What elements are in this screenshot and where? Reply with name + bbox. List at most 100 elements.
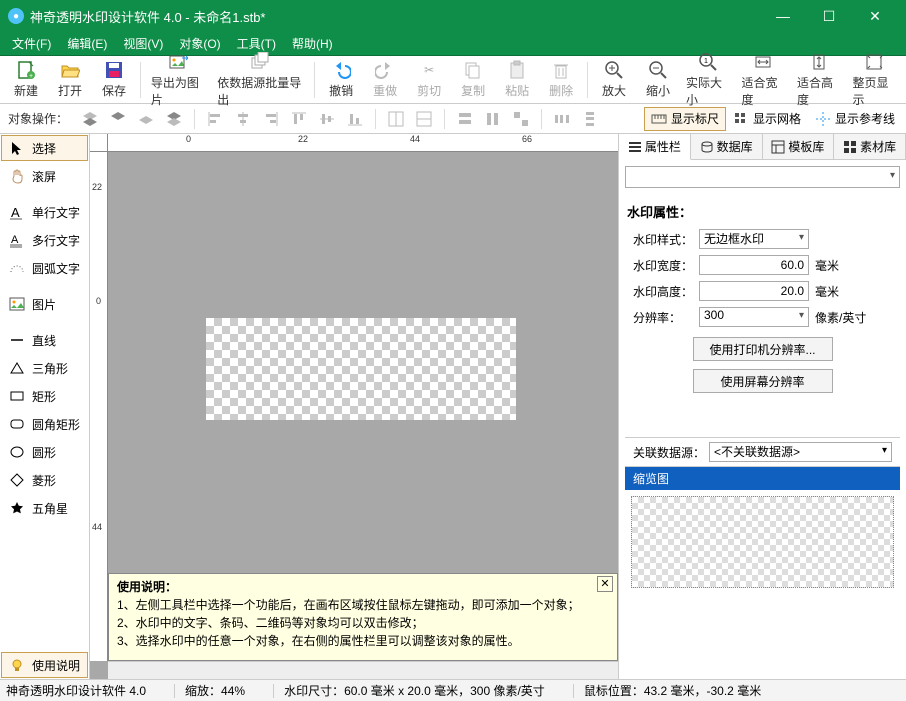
menu-view[interactable]: 视图(V): [115, 33, 171, 54]
tool-sidebar: 选择 滚屏 A单行文字 A多行文字 圆弧文字 图片 直线 三角形 矩形 圆角矩形…: [0, 134, 90, 679]
show-grid-toggle[interactable]: 显示网格: [726, 107, 808, 131]
same-width-icon[interactable]: [452, 107, 478, 131]
usage-button[interactable]: 使用说明: [1, 652, 88, 678]
zoom-out-icon: [648, 60, 668, 80]
height-input[interactable]: [699, 281, 809, 301]
tool-text-single[interactable]: A单行文字: [1, 199, 88, 225]
roundrect-icon: [8, 415, 26, 433]
tool-image[interactable]: 图片: [1, 291, 88, 317]
new-button[interactable]: + 新建: [4, 58, 48, 102]
menu-help[interactable]: 帮助(H): [284, 33, 341, 54]
window-title: 神奇透明水印设计软件 4.0 - 未命名1.stb*: [30, 7, 760, 26]
tool-diamond[interactable]: 菱形: [1, 467, 88, 493]
fit-height-button[interactable]: 适合高度: [791, 58, 846, 102]
align-center-h-icon[interactable]: [230, 107, 256, 131]
align-bottom-icon[interactable]: [342, 107, 368, 131]
align-top-icon[interactable]: [286, 107, 312, 131]
tool-triangle[interactable]: 三角形: [1, 355, 88, 381]
redo-button[interactable]: 重做: [363, 58, 407, 102]
fit-height-icon: [809, 52, 829, 72]
same-height-icon[interactable]: [480, 107, 506, 131]
zoom-in-button[interactable]: 放大: [592, 58, 636, 102]
ruler-vertical: 0 22 44: [90, 152, 108, 661]
maximize-button[interactable]: ☐: [806, 0, 852, 32]
layer-front-icon[interactable]: [77, 107, 103, 131]
canvas-area[interactable]: 0 22 44 66 0 22 44 ✕ 使用说明： 1、左侧工具栏中选择一个功…: [90, 134, 618, 679]
delete-button[interactable]: 删除: [539, 58, 583, 102]
tab-database[interactable]: 数据库: [691, 134, 763, 159]
diamond-icon: [8, 471, 26, 489]
new-label: 新建: [14, 82, 38, 99]
actual-size-button[interactable]: 1实际大小: [680, 58, 735, 102]
layer-down-icon[interactable]: [133, 107, 159, 131]
paste-button[interactable]: 粘贴: [495, 58, 539, 102]
cut-button[interactable]: ✂剪切: [407, 58, 451, 102]
fit-width-button[interactable]: 适合宽度: [736, 58, 791, 102]
tool-rect[interactable]: 矩形: [1, 383, 88, 409]
svg-text:+: +: [29, 73, 33, 80]
full-page-button[interactable]: 整页显示: [847, 58, 902, 102]
hint-close-button[interactable]: ✕: [597, 576, 613, 592]
close-button[interactable]: ✕: [852, 0, 898, 32]
zoom-out-button[interactable]: 缩小: [636, 58, 680, 102]
center-v-icon[interactable]: [411, 107, 437, 131]
same-size-icon[interactable]: [508, 107, 534, 131]
width-label: 水印宽度：: [633, 257, 699, 274]
center-h-icon[interactable]: [383, 107, 409, 131]
paste-icon: [507, 60, 527, 80]
show-ruler-toggle[interactable]: 显示标尺: [644, 107, 726, 131]
assoc-combo[interactable]: <不关联数据源>: [709, 442, 892, 462]
tool-select[interactable]: 选择: [1, 135, 88, 161]
tool-pan[interactable]: 滚屏: [1, 163, 88, 189]
tool-text-arc[interactable]: 圆弧文字: [1, 255, 88, 281]
status-mouse: 鼠标位置：43.2 毫米，-30.2 毫米: [584, 682, 761, 699]
batch-export-button[interactable]: 依数据源批量导出: [211, 58, 310, 102]
right-tabs: 属性栏 数据库 模板库 素材库: [619, 134, 906, 160]
cut-icon: ✂: [419, 60, 439, 80]
menu-edit[interactable]: 编辑(E): [59, 33, 115, 54]
zoom-in-icon: [604, 60, 624, 80]
watermark-canvas[interactable]: [206, 318, 516, 420]
hint-line-1: 1、左侧工具栏中选择一个功能后，在画布区域按住鼠标左键拖动，即可添加一个对象；: [117, 596, 609, 614]
copy-button[interactable]: 复制: [451, 58, 495, 102]
use-printer-dpi-button[interactable]: 使用打印机分辨率...: [693, 337, 833, 361]
svg-text:A: A: [11, 205, 20, 220]
minimize-button[interactable]: —: [760, 0, 806, 32]
layer-back-icon[interactable]: [161, 107, 187, 131]
ruler-corner: [90, 134, 108, 152]
guide-icon: [815, 111, 831, 127]
dpi-combo[interactable]: 300: [699, 307, 809, 327]
align-right-icon[interactable]: [258, 107, 284, 131]
undo-button[interactable]: 撤销: [319, 58, 363, 102]
tab-resources[interactable]: 素材库: [834, 134, 906, 159]
resource-icon: [843, 140, 857, 154]
redo-icon: [375, 60, 395, 80]
align-left-icon[interactable]: [202, 107, 228, 131]
tool-text-multi[interactable]: A多行文字: [1, 227, 88, 253]
align-center-v-icon[interactable]: [314, 107, 340, 131]
open-button[interactable]: 打开: [48, 58, 92, 102]
scrollbar-horizontal[interactable]: [108, 661, 618, 679]
canvas-background[interactable]: [108, 152, 618, 573]
tool-line[interactable]: 直线: [1, 327, 88, 353]
show-guide-toggle[interactable]: 显示参考线: [808, 107, 902, 131]
export-image-button[interactable]: 导出为图片: [145, 58, 211, 102]
layer-up-icon[interactable]: [105, 107, 131, 131]
distribute-h-icon[interactable]: [549, 107, 575, 131]
tool-star[interactable]: 五角星: [1, 495, 88, 521]
distribute-v-icon[interactable]: [577, 107, 603, 131]
menu-file[interactable]: 文件(F): [4, 33, 59, 54]
tab-templates[interactable]: 模板库: [763, 134, 835, 159]
new-icon: +: [16, 60, 36, 80]
height-label: 水印高度：: [633, 283, 699, 300]
save-button[interactable]: 保存: [92, 58, 136, 102]
tool-roundrect[interactable]: 圆角矩形: [1, 411, 88, 437]
object-selector-combo[interactable]: [625, 166, 900, 188]
dpi-label: 分辨率：: [633, 309, 699, 326]
use-screen-dpi-button[interactable]: 使用屏幕分辨率: [693, 369, 833, 393]
style-combo[interactable]: 无边框水印: [699, 229, 809, 249]
main-toolbar: + 新建 打开 保存 导出为图片 依数据源批量导出 撤销 重做 ✂剪切 复制 粘贴…: [0, 56, 906, 104]
tab-properties[interactable]: 属性栏: [619, 134, 691, 160]
tool-ellipse[interactable]: 圆形: [1, 439, 88, 465]
width-input[interactable]: [699, 255, 809, 275]
